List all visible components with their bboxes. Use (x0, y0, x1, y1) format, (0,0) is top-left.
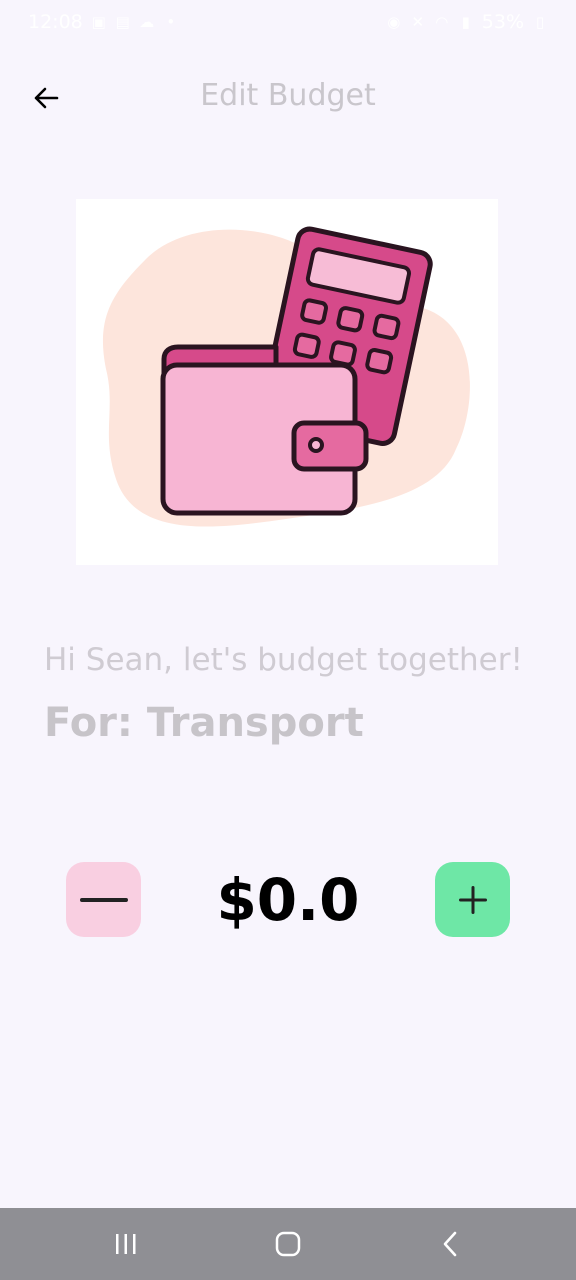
mute-icon: ✕ (411, 13, 425, 31)
app-header: Edit Budget (0, 60, 576, 136)
increase-button[interactable] (435, 862, 510, 937)
cloud-icon: ☁ (139, 13, 155, 31)
gallery-icon: ▤ (115, 13, 130, 31)
system-nav-bar (0, 1208, 576, 1280)
wifi-icon: ◠ (435, 13, 449, 31)
home-icon (275, 1231, 301, 1257)
minus-icon (79, 897, 128, 902)
status-time: 12:08 (28, 11, 83, 33)
status-bar-right: ◉ ✕ ◠ ▮ 53% ▯ (386, 11, 548, 33)
system-back-button[interactable] (420, 1222, 480, 1266)
category-label: For: Transport (44, 700, 364, 746)
alarm-icon: ◉ (387, 13, 401, 31)
battery-icon: ▯ (535, 13, 545, 31)
home-button[interactable] (258, 1222, 318, 1266)
status-bar: 12:08 ▣ ▤ ☁ • ◉ ✕ ◠ ▮ 53% ▯ (0, 0, 576, 44)
amount-stepper: $0.0 (66, 862, 510, 938)
page-title: Edit Budget (200, 78, 376, 113)
back-icon (443, 1231, 457, 1257)
budget-illustration (76, 199, 498, 565)
battery-percent: 53% (481, 11, 524, 33)
greeting-text: Hi Sean, let's budget together! (44, 642, 523, 678)
dot-icon: • (166, 13, 176, 31)
recent-apps-icon (116, 1234, 136, 1254)
wallet-icon (160, 344, 369, 516)
wallet-calculator-image (102, 226, 470, 527)
image-icon: ▣ (91, 13, 106, 31)
signal-icon: ▮ (461, 13, 470, 31)
status-bar-left: 12:08 ▣ ▤ ☁ • (28, 11, 179, 33)
decrease-button[interactable] (66, 862, 141, 937)
recent-apps-button[interactable] (96, 1222, 156, 1266)
budget-amount: $0.0 (216, 866, 360, 934)
plus-icon (458, 885, 487, 914)
